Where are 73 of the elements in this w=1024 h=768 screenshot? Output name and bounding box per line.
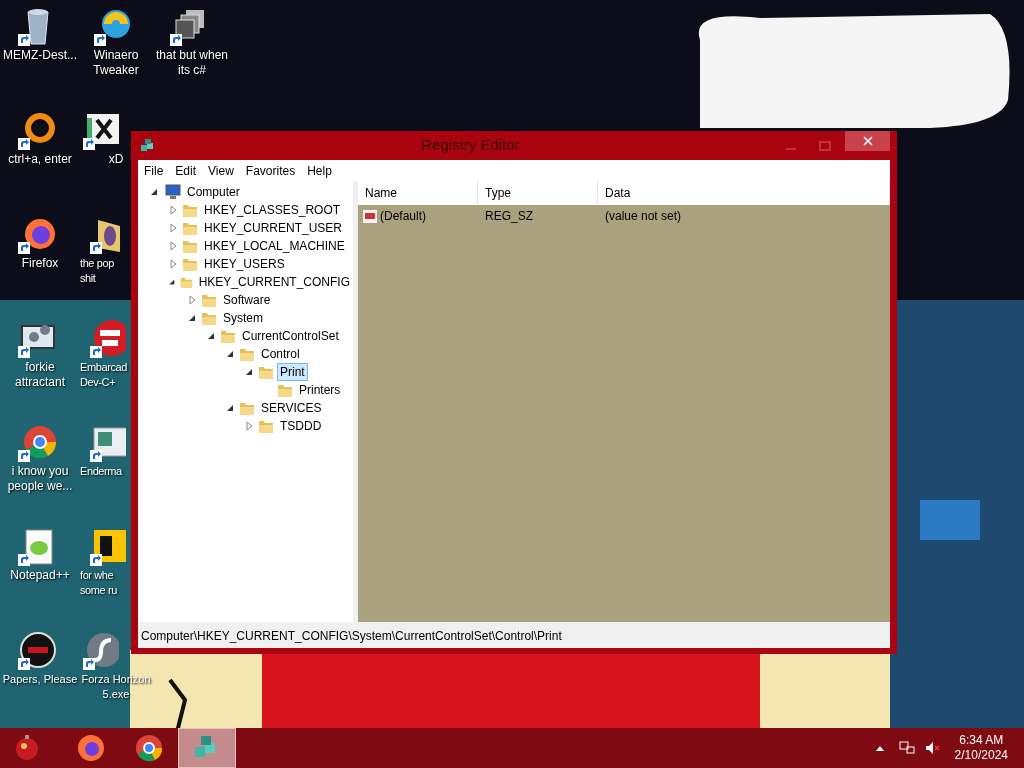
tree-item[interactable]: Control — [258, 345, 303, 363]
folder-icon — [239, 346, 255, 362]
folder-icon — [239, 400, 255, 416]
icon-label: the pop shit — [79, 256, 114, 286]
tree-item[interactable]: HKEY_LOCAL_MACHINE — [201, 237, 348, 255]
column-header[interactable]: Type — [478, 181, 598, 205]
flash-icon[interactable] — [83, 630, 119, 672]
icon-label: MEMZ-Dest... — [3, 48, 77, 63]
folder-icon — [201, 292, 217, 308]
expand-arrow-icon[interactable] — [167, 222, 179, 234]
icon-label: forkie attractant — [15, 360, 65, 390]
menu-item[interactable]: File — [138, 161, 170, 180]
expand-arrow-icon[interactable] — [243, 420, 255, 432]
icon-label: that but when its c# — [155, 48, 229, 78]
folder-icon — [201, 310, 217, 326]
string-value-icon — [363, 209, 377, 223]
fox-globe-icon — [76, 733, 106, 763]
folder-icon — [182, 256, 198, 272]
close-button[interactable] — [845, 131, 890, 151]
folder-icon — [182, 238, 198, 254]
icon-label: Embarcad Dev-C+ — [79, 360, 127, 390]
table-cell-text: REG_SZ — [484, 208, 534, 225]
tree-item[interactable]: System — [220, 309, 266, 327]
folder-icon — [258, 364, 274, 380]
expand-arrow-icon[interactable] — [167, 204, 179, 216]
folder-icon — [182, 202, 198, 218]
tree-item[interactable]: SERVICES — [258, 399, 325, 417]
expand-arrow-icon[interactable] — [167, 240, 179, 252]
folder-icon — [182, 220, 198, 236]
table-cell-text: (value not set) — [604, 208, 683, 225]
icon-label: Winaero Tweaker — [93, 48, 139, 78]
window-title: Registry Editor — [420, 135, 521, 156]
folder-icon — [220, 328, 236, 344]
tree-item[interactable]: TSDDD — [277, 417, 325, 435]
folder-icon — [277, 382, 293, 398]
menu-item[interactable]: Help — [301, 161, 338, 180]
icon-label: Firefox — [21, 256, 59, 271]
tree-item[interactable]: Software — [220, 291, 274, 309]
icon-label: for whe some ru — [79, 568, 117, 598]
computer-icon — [163, 184, 181, 200]
expand-arrow-icon[interactable] — [186, 294, 198, 306]
tree-item[interactable]: HKEY_USERS — [201, 255, 288, 273]
speaker-muted-icon[interactable] — [924, 741, 941, 755]
icon-label: xD — [108, 152, 124, 167]
chevron-up-icon[interactable] — [874, 744, 885, 752]
tree-item[interactable]: HKEY_CURRENT_CONFIG — [195, 273, 353, 291]
dev-logo-icon[interactable] — [90, 318, 126, 360]
tree-item[interactable]: CurrentControlSet — [239, 327, 342, 345]
tree-item[interactable]: HKEY_CURRENT_USER — [201, 219, 346, 237]
icon-label: Papers, Please — [2, 672, 78, 687]
tree-item[interactable]: Printers — [296, 381, 344, 399]
status-bar-path: Computer\HKEY_CURRENT_CONFIG\System\CurrentControlSet\Control\Print — [140, 628, 563, 645]
table-cell-text: (Default) — [380, 208, 426, 225]
expand-arrow-icon[interactable] — [167, 258, 179, 270]
chrome-icon — [134, 733, 164, 763]
cubes-icon — [140, 137, 156, 154]
clock-date[interactable]: 2/10/2024 — [954, 748, 1008, 763]
clock-time[interactable]: 6:34 AM — [959, 733, 1004, 748]
menu-item[interactable]: Edit — [169, 161, 203, 180]
tree-item[interactable]: Computer — [184, 183, 243, 201]
icon-label: Notepad++ — [10, 568, 70, 583]
tree-item[interactable]: Print — [277, 363, 308, 381]
folder-icon — [258, 418, 274, 434]
tree-item[interactable]: HKEY_CLASSES_ROOT — [201, 201, 344, 219]
column-header[interactable]: Name — [358, 181, 478, 205]
icon-label: ctrl+a, enter — [8, 152, 72, 167]
network-icon[interactable] — [898, 741, 915, 755]
menu-item[interactable]: Favorites — [239, 161, 302, 180]
icon-label: i know you people we... — [7, 464, 73, 494]
column-header[interactable]: Data — [598, 181, 890, 205]
menu-item[interactable]: View — [202, 161, 240, 180]
close-icon — [862, 136, 873, 146]
icon-label: Enderma — [79, 464, 122, 479]
